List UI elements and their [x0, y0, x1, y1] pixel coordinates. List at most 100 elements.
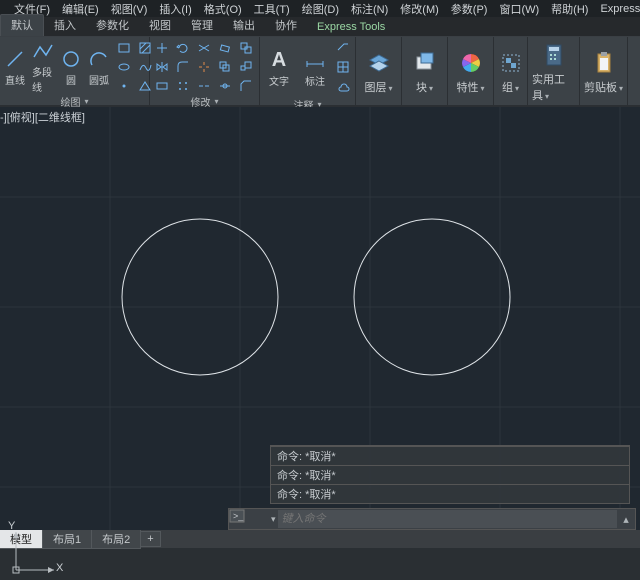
polyline-icon	[32, 40, 54, 62]
drawing-canvas[interactable]: -][俯视][二维线框] X Y 命令: *取消* 命令: *取消* 命令: *…	[0, 107, 640, 530]
fillet-icon[interactable]	[175, 59, 191, 75]
rect-icon[interactable]	[116, 40, 132, 56]
circle-label: 圆	[66, 72, 76, 87]
history-line: 命令: *取消*	[271, 446, 629, 465]
line-label: 直线	[5, 72, 25, 87]
chevron-down-icon: ▾	[480, 84, 484, 93]
menu-window[interactable]: 窗口(W)	[493, 1, 545, 17]
dim-label: 标注	[305, 73, 325, 88]
ribbon-tab-default[interactable]: 默认	[0, 14, 44, 36]
menu-express[interactable]: Express	[594, 3, 640, 15]
layer-label: 图层	[364, 82, 386, 94]
menu-help[interactable]: 帮助(H)	[545, 1, 594, 17]
ribbon-panel-annot: A 文字 标注 注释▾	[260, 37, 356, 105]
menu-modify[interactable]: 修改(M)	[394, 1, 445, 17]
command-history: 命令: *取消* 命令: *取消* 命令: *取消*	[270, 445, 630, 504]
circle-button[interactable]: 圆	[60, 48, 82, 87]
arc-button[interactable]: 圆弧	[88, 48, 110, 87]
ribbon-tab-collab[interactable]: 协作	[265, 15, 307, 36]
layer-button[interactable]: 图层▾	[360, 50, 397, 95]
arc-icon	[88, 48, 110, 70]
chevron-down-icon: ▾	[619, 84, 623, 93]
chevron-up-icon[interactable]: ▴	[617, 513, 635, 526]
command-input[interactable]	[278, 510, 617, 528]
cloud-icon[interactable]	[336, 80, 350, 97]
chevron-down-icon[interactable]: ▾	[214, 97, 218, 106]
history-line: 命令: *取消*	[271, 465, 629, 484]
ribbon-tab-output[interactable]: 输出	[223, 15, 265, 36]
ribbon-tab-param[interactable]: 参数化	[86, 15, 139, 36]
arc-label: 圆弧	[89, 72, 109, 87]
chevron-down-icon[interactable]: ▾	[269, 514, 278, 525]
chevron-down-icon: ▾	[388, 84, 392, 93]
ribbon-panel-draw: 直线 多段线 圆 圆弧	[0, 37, 150, 105]
block-label: 块	[416, 82, 427, 94]
color-wheel-icon	[458, 50, 484, 76]
leader-icon[interactable]	[336, 40, 350, 57]
ellipse-icon[interactable]	[116, 59, 132, 75]
trim-icon[interactable]	[196, 40, 212, 56]
rotate-icon[interactable]	[175, 40, 191, 56]
array-icon[interactable]	[175, 78, 191, 94]
view-label[interactable]: -][俯视][二维线框]	[0, 109, 85, 125]
block-icon	[412, 50, 438, 76]
ribbon-panel-util: 实用工具▾	[528, 37, 580, 105]
clipboard-icon	[591, 50, 617, 76]
mirror-icon[interactable]	[154, 59, 170, 75]
ribbon-panel-modify: 修改▾	[150, 37, 260, 105]
svg-text:>_: >_	[233, 511, 244, 521]
copy-icon[interactable]	[238, 40, 254, 56]
layout2-tab[interactable]: 布局2	[91, 529, 141, 549]
join-icon[interactable]	[217, 78, 233, 94]
group-icon	[498, 50, 524, 76]
stretch-icon[interactable]	[154, 78, 170, 94]
ucs-x-label: X	[56, 562, 63, 574]
block-button[interactable]: 块▾	[406, 50, 443, 95]
ribbon-tab-manage[interactable]: 管理	[181, 15, 223, 36]
ribbon-tab-view[interactable]: 视图	[139, 15, 181, 36]
layout-tabs: 模型 布局1 布局2 +	[0, 530, 640, 548]
polyline-button[interactable]: 多段线	[32, 40, 54, 94]
ribbon-panel-block: 块▾	[402, 37, 448, 105]
prop-label: 特性	[456, 82, 478, 94]
util-button[interactable]: 实用工具▾	[532, 42, 575, 103]
line-button[interactable]: 直线	[4, 48, 26, 87]
table-icon[interactable]	[336, 60, 350, 77]
scale-icon[interactable]	[238, 59, 254, 75]
polyline-label: 多段线	[32, 64, 54, 94]
clip-label: 剪贴板	[584, 82, 617, 94]
prop-button[interactable]: 特性▾	[452, 50, 489, 95]
layer-icon	[366, 50, 392, 76]
point-icon[interactable]	[116, 78, 132, 94]
ribbon: 直线 多段线 圆 圆弧	[0, 37, 640, 107]
ribbon-tab-insert[interactable]: 插入	[44, 15, 86, 36]
chevron-down-icon: ▾	[429, 84, 433, 93]
menu-dim[interactable]: 标注(N)	[345, 1, 394, 17]
group-button[interactable]: 组▾	[498, 50, 524, 95]
chevron-down-icon: ▾	[515, 84, 519, 93]
clip-button[interactable]: 剪贴板▾	[584, 50, 623, 95]
text-label: 文字	[269, 73, 289, 88]
menu-param[interactable]: 参数(P)	[445, 1, 494, 17]
ucs-y-label: Y	[8, 520, 15, 532]
break-icon[interactable]	[196, 78, 212, 94]
dim-icon	[304, 49, 326, 71]
dim-button[interactable]: 标注	[300, 49, 330, 88]
chevron-down-icon[interactable]: ▾	[84, 97, 88, 106]
erase-icon[interactable]	[217, 40, 233, 56]
ribbon-panel-group: 组▾	[494, 37, 528, 105]
text-button[interactable]: A 文字	[264, 49, 294, 88]
add-layout-tab[interactable]: +	[140, 531, 160, 547]
history-line: 命令: *取消*	[271, 484, 629, 503]
offset-icon[interactable]	[217, 59, 233, 75]
circle-icon	[60, 48, 82, 70]
ribbon-panel-prop: 特性▾	[448, 37, 494, 105]
explode-icon[interactable]	[196, 59, 212, 75]
text-icon: A	[268, 49, 290, 71]
ribbon-tab-express[interactable]: Express Tools	[307, 19, 395, 36]
chevron-down-icon: ▾	[545, 92, 549, 101]
move-icon[interactable]	[154, 40, 170, 56]
calculator-icon	[541, 42, 567, 68]
chamfer-icon[interactable]	[238, 78, 254, 94]
command-bar: × >_ ▾ ▴	[228, 508, 636, 530]
